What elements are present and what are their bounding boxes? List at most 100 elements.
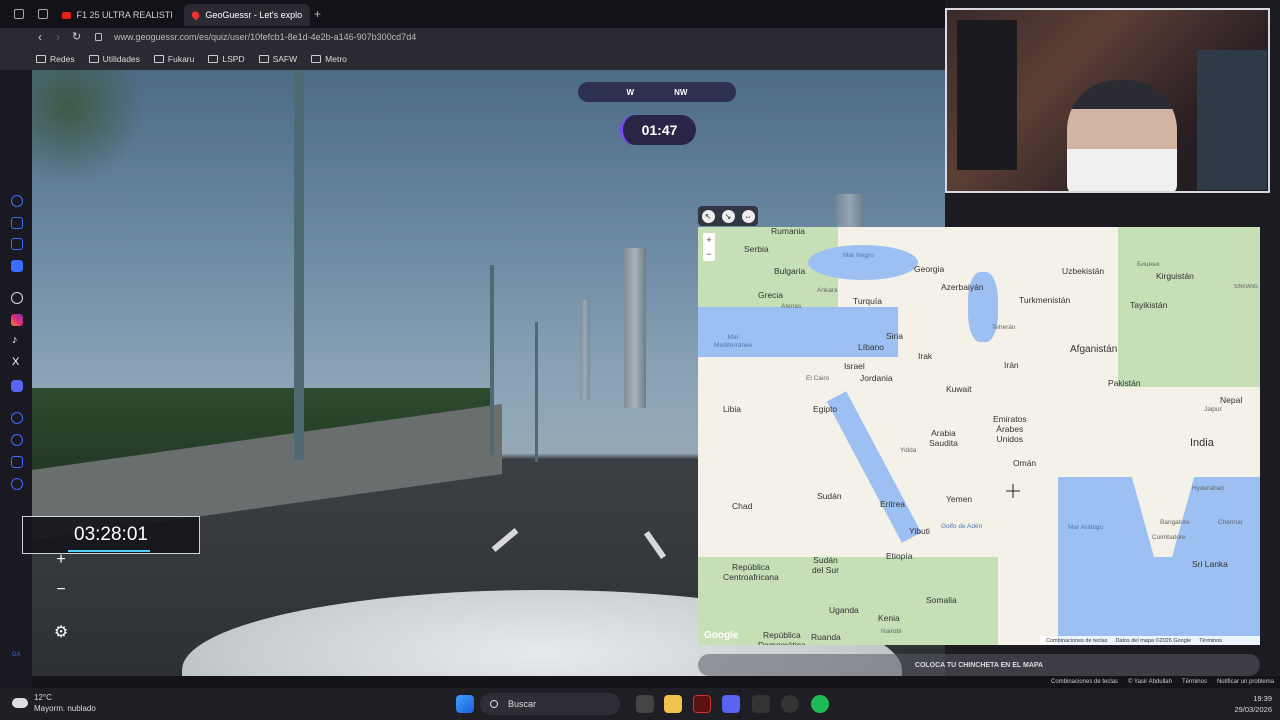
opera-gx-icon[interactable]: [693, 695, 711, 713]
map-label-irak: Irak: [918, 351, 933, 361]
pin-map-icon[interactable]: ⇔: [741, 209, 755, 223]
map-zoom-out-button[interactable]: −: [706, 249, 711, 259]
shrink-map-icon[interactable]: ↘: [721, 209, 735, 223]
map-label-mar-negro: Mar Negro: [843, 252, 874, 259]
instagram-icon[interactable]: [11, 314, 23, 326]
settings-icon[interactable]: [11, 478, 23, 490]
map-label-jordania: Jordania: [860, 373, 893, 383]
reload-icon[interactable]: ↻: [72, 30, 81, 43]
geoguessr-icon: [190, 9, 202, 21]
map-label-turquia: Turquía: [853, 296, 882, 306]
audio-app-icon[interactable]: [752, 695, 770, 713]
bookmark-label: SAFW: [272, 54, 298, 64]
workspaces-icon[interactable]: [38, 9, 48, 19]
discord-taskbar-icon[interactable]: [722, 695, 740, 713]
messenger-icon[interactable]: [11, 260, 23, 272]
palm-leaves: [32, 70, 152, 190]
bookmark-utilidades[interactable]: Utilidades: [88, 54, 140, 64]
map-label-arabia-saudita: Arabia Saudita: [929, 428, 958, 448]
chatgpt-icon[interactable]: [11, 292, 23, 304]
obs-icon[interactable]: [781, 695, 799, 713]
weather-widget[interactable]: 12°C Mayorm. nublado: [12, 692, 96, 714]
search-label: Buscar: [508, 699, 537, 709]
windows-start-icon[interactable]: [456, 695, 474, 713]
street-view-attribution: Combinaciones de teclas © Yasir Abdullah…: [32, 676, 1280, 688]
clock-time: 19:39: [1253, 694, 1272, 703]
map-label-kirguistan: Kirguistán: [1156, 271, 1194, 281]
sv-terms-link[interactable]: Términos: [1182, 679, 1207, 685]
map-label-kenia: Kenia: [878, 613, 900, 623]
map-terms-link[interactable]: Términos: [1199, 638, 1222, 644]
map-label-afganistan: Afganistán: [1070, 344, 1118, 355]
shelf: [957, 20, 1017, 170]
gx-icon[interactable]: GX: [12, 652, 21, 658]
zoom-in-button[interactable]: +: [49, 548, 73, 572]
tab-youtube[interactable]: F1 25 ULTRA REALISTIC C: [54, 4, 180, 26]
tab-geoguessr[interactable]: GeoGuessr - Let's explore: [184, 4, 310, 26]
music-icon[interactable]: [11, 412, 23, 424]
sidebar-icon[interactable]: [14, 9, 24, 19]
new-tab-button[interactable]: +: [314, 7, 321, 21]
folder-icon: [208, 55, 219, 63]
map-label-mar-arabigo: Mar Arábigo: [1068, 524, 1104, 531]
map-label-siria: Siria: [886, 331, 904, 341]
streamer: [1067, 80, 1177, 191]
map-zoom-in-button[interactable]: +: [706, 235, 711, 245]
map-label-chad: Chad: [732, 501, 753, 511]
spotify-icon[interactable]: [811, 695, 829, 713]
tiktok-icon[interactable]: ♪: [12, 334, 18, 346]
extensions-icon[interactable]: [11, 456, 23, 468]
guess-map[interactable]: Rumania cia Serbia Bulgaria Grecia Turqu…: [698, 227, 1260, 645]
map-attribution: Combinaciones de teclas Datos del mapa ©…: [1040, 636, 1260, 645]
bookmark-redes[interactable]: Redes: [36, 54, 75, 64]
place-pin-button[interactable]: COLOCA TU CHINCHETA EN EL MAPA: [698, 654, 1260, 676]
map-city-hyderabad: Hyderabad: [1192, 485, 1224, 492]
settings-gear-icon[interactable]: ⚙: [49, 620, 73, 644]
bookmark-metro[interactable]: Metro: [311, 54, 347, 64]
map-shortcuts-link[interactable]: Combinaciones de teclas: [1046, 638, 1107, 644]
forward-icon[interactable]: ›: [56, 30, 60, 44]
street-lamp: [490, 265, 494, 455]
x-icon[interactable]: X: [12, 356, 19, 368]
back-icon[interactable]: ‹: [38, 30, 42, 44]
map-label-kuwait: Kuwait: [946, 384, 972, 394]
map-label-rep-democratica: República Democrática: [758, 630, 806, 645]
crosshair-cursor-icon: [1006, 484, 1020, 498]
file-explorer-icon[interactable]: [664, 695, 682, 713]
bookmark-label: LSPD: [222, 54, 245, 64]
palm-trunk: [294, 70, 304, 460]
folder-icon: [153, 55, 164, 63]
map-city-teheran: Teherán: [992, 324, 1016, 331]
expand-map-icon[interactable]: ↖: [701, 209, 715, 223]
map-city-chennai: Chennai: [1218, 519, 1243, 526]
bookmark-fukaru[interactable]: Fukaru: [153, 54, 194, 64]
bookmark-safw[interactable]: SAFW: [258, 54, 298, 64]
wallet-icon[interactable]: [11, 238, 23, 250]
map-city-nairobi: Nairobi: [881, 628, 902, 635]
sv-report-link[interactable]: Notificar un problema: [1217, 679, 1274, 685]
map-label-serbia: Serbia: [744, 244, 769, 254]
sv-shortcuts-link[interactable]: Combinaciones de teclas: [1051, 679, 1118, 685]
map-label-grecia: Grecia: [758, 290, 784, 300]
map-label-rep-centroafricana: República Centroafricana: [723, 562, 779, 582]
url-field[interactable]: www.geoguessr.com/es/quiz/user/10fefcb1-…: [114, 32, 416, 42]
map-label-iran: Irán: [1004, 360, 1019, 370]
system-clock[interactable]: 19:39 29/03/2026: [1222, 693, 1272, 715]
tower-building: [624, 248, 646, 408]
bookmark-label: Metro: [325, 54, 347, 64]
compass: W NW: [578, 82, 736, 102]
discord-icon[interactable]: [11, 380, 23, 392]
task-view-icon[interactable]: [636, 695, 654, 713]
assistant-icon[interactable]: [11, 195, 23, 207]
history-icon[interactable]: [11, 434, 23, 446]
folder-icon: [258, 55, 269, 63]
zoom-out-button[interactable]: −: [49, 578, 73, 602]
bookmark-lspd[interactable]: LSPD: [208, 54, 245, 64]
tools-icon[interactable]: [11, 217, 23, 229]
map-city-ankara: Ankara: [817, 287, 838, 294]
google-logo: Google: [704, 630, 739, 641]
map-label-uganda: Uganda: [829, 605, 859, 615]
stream-timer-underline: [68, 550, 150, 552]
map-city-bangalore: Bangalore: [1160, 519, 1190, 526]
taskbar-search[interactable]: Buscar: [480, 693, 620, 715]
